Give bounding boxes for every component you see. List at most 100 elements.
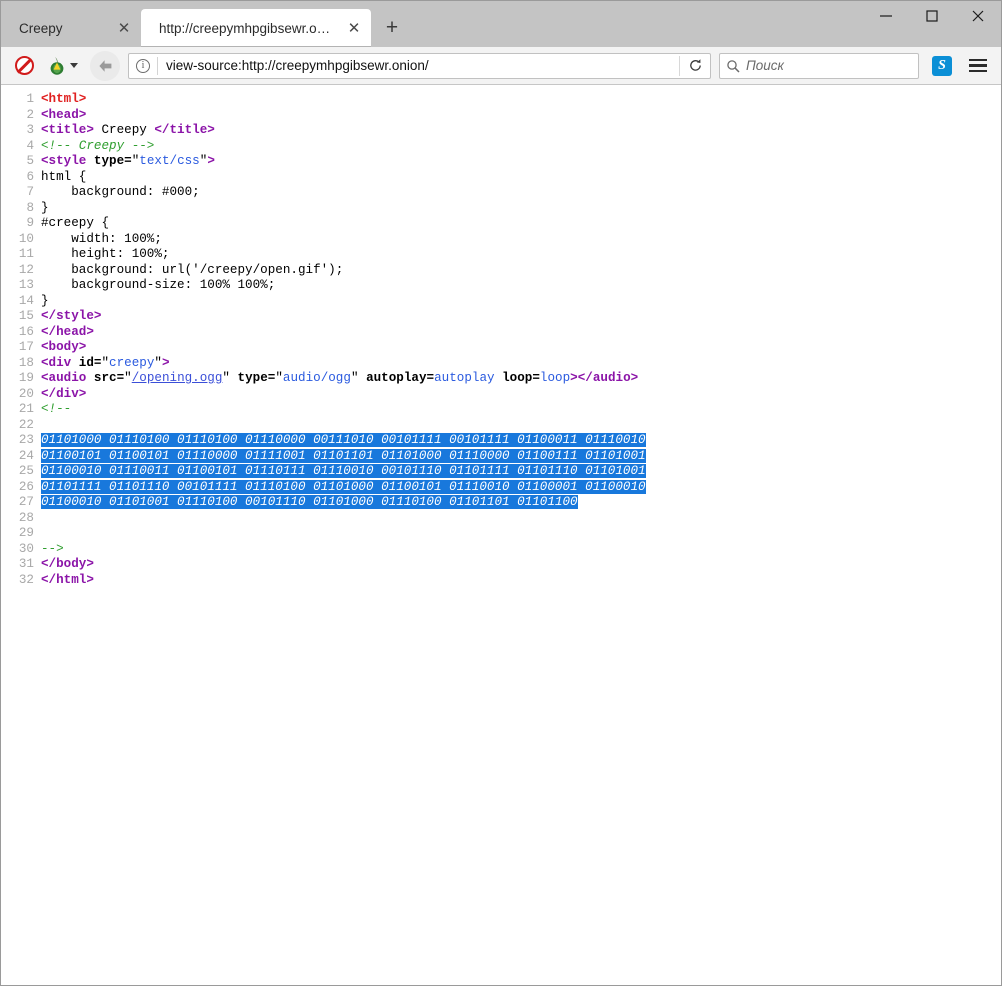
code-line: 22 xyxy=(1,418,1001,434)
code-token: <!-- xyxy=(41,402,71,416)
new-tab-button[interactable]: + xyxy=(375,11,409,45)
tab-creepy[interactable]: Creepy ✕ xyxy=(1,9,141,47)
code-token: autoplay= xyxy=(366,371,434,385)
code-token: type= xyxy=(238,371,276,385)
info-icon: i xyxy=(136,59,150,73)
selected-binary-text: 01100101 01100101 01110000 01111001 0110… xyxy=(41,449,646,463)
code-text: } xyxy=(41,294,49,310)
code-token: <head> xyxy=(41,108,86,122)
search-input[interactable]: Поиск xyxy=(746,58,918,73)
code-token: <title> xyxy=(41,123,94,137)
site-info-button[interactable]: i xyxy=(129,54,157,78)
code-token: --> xyxy=(41,542,64,556)
code-line: 20</div> xyxy=(1,387,1001,403)
code-text: <!-- xyxy=(41,402,71,418)
browser-window: Creepy ✕ http://creepymhpgibsewr.oni... … xyxy=(0,0,1002,986)
code-token: </div> xyxy=(41,387,86,401)
minimize-icon[interactable] xyxy=(863,1,909,31)
line-number: 17 xyxy=(1,340,41,356)
code-token: background-size: 100% 100%; xyxy=(41,278,275,292)
code-line: 2601101111 01101110 00101111 01110100 01… xyxy=(1,480,1001,496)
code-text: 01100101 01100101 01110000 01111001 0110… xyxy=(41,449,646,465)
selected-binary-text: 01101000 01110100 01110100 01110000 0011… xyxy=(41,433,646,447)
reload-icon xyxy=(688,58,703,73)
line-number: 24 xyxy=(1,449,41,465)
code-line: 17<body> xyxy=(1,340,1001,356)
code-text: <audio src="/opening.ogg" type="audio/og… xyxy=(41,371,638,387)
code-token: audio/ogg xyxy=(283,371,351,385)
code-token: " xyxy=(351,371,366,385)
selected-binary-text: 01100010 01110011 01100101 01110111 0111… xyxy=(41,464,646,478)
maximize-icon[interactable] xyxy=(909,1,955,31)
code-token: html { xyxy=(41,170,86,184)
code-token: </body> xyxy=(41,557,94,571)
code-text: <title> Creepy </title> xyxy=(41,123,215,139)
back-button[interactable] xyxy=(90,51,120,81)
close-icon[interactable]: ✕ xyxy=(113,17,135,39)
code-line: 3<title> Creepy </title> xyxy=(1,123,1001,139)
line-number: 16 xyxy=(1,325,41,341)
code-text xyxy=(41,511,49,527)
code-token: } xyxy=(41,294,49,308)
code-text: background: url('/creepy/open.gif'); xyxy=(41,263,343,279)
line-number: 19 xyxy=(1,371,41,387)
code-token: " xyxy=(222,371,237,385)
url-text[interactable]: view-source:http://creepymhpgibsewr.onio… xyxy=(158,58,679,73)
code-line: 5<style type="text/css"> xyxy=(1,154,1001,170)
address-bar[interactable]: i view-source:http://creepymhpgibsewr.on… xyxy=(128,53,711,79)
code-token: <html> xyxy=(41,92,86,106)
line-number: 4 xyxy=(1,139,41,155)
menu-button[interactable] xyxy=(963,52,993,80)
search-icon-box xyxy=(720,54,746,78)
line-number: 12 xyxy=(1,263,41,279)
code-line: 2<head> xyxy=(1,108,1001,124)
search-bar[interactable]: Поиск xyxy=(719,53,919,79)
tab-bar: Creepy ✕ http://creepymhpgibsewr.oni... … xyxy=(1,1,1001,47)
close-window-icon[interactable] xyxy=(955,1,1001,31)
code-text: <div id="creepy"> xyxy=(41,356,170,372)
code-token: </title> xyxy=(154,123,214,137)
code-line: 28 xyxy=(1,511,1001,527)
code-line: 8} xyxy=(1,201,1001,217)
noscript-button[interactable] xyxy=(9,52,39,80)
code-text: html { xyxy=(41,170,86,186)
noscript-icon xyxy=(15,56,34,75)
code-text: height: 100%; xyxy=(41,247,169,263)
skype-extension-button[interactable]: S xyxy=(929,53,955,79)
code-text: </html> xyxy=(41,573,94,589)
line-number: 32 xyxy=(1,573,41,589)
code-token xyxy=(495,371,503,385)
line-number: 14 xyxy=(1,294,41,310)
code-token: > xyxy=(570,371,578,385)
code-line: 32</html> xyxy=(1,573,1001,589)
code-token: loop= xyxy=(502,371,540,385)
code-token: loop xyxy=(540,371,570,385)
tab-viewsource[interactable]: http://creepymhpgibsewr.oni... ✕ xyxy=(141,9,371,47)
code-line: 1<html> xyxy=(1,92,1001,108)
code-line: 2701100010 01101001 01110100 00101110 01… xyxy=(1,495,1001,511)
line-number: 20 xyxy=(1,387,41,403)
line-number: 28 xyxy=(1,511,41,527)
skype-icon: S xyxy=(932,56,952,76)
selected-binary-text: 01101111 01101110 00101111 01110100 0110… xyxy=(41,480,646,494)
navigation-toolbar: i view-source:http://creepymhpgibsewr.on… xyxy=(1,47,1001,85)
code-line: 29 xyxy=(1,526,1001,542)
code-token: text/css xyxy=(139,154,199,168)
code-line: 10 width: 100%; xyxy=(1,232,1001,248)
line-number: 7 xyxy=(1,185,41,201)
code-text: } xyxy=(41,201,49,217)
code-token xyxy=(71,356,79,370)
code-line: 16</head> xyxy=(1,325,1001,341)
code-token: background: url('/creepy/open.gif'); xyxy=(41,263,343,277)
reload-button[interactable] xyxy=(680,54,710,78)
line-number: 31 xyxy=(1,557,41,573)
source-link[interactable]: /opening.ogg xyxy=(132,371,223,385)
view-source-content[interactable]: 1<html>2<head>3<title> Creepy </title>4<… xyxy=(1,85,1001,985)
line-number: 25 xyxy=(1,464,41,480)
onion-icon xyxy=(47,56,67,76)
close-icon[interactable]: ✕ xyxy=(343,17,365,39)
line-number: 18 xyxy=(1,356,41,372)
line-number: 29 xyxy=(1,526,41,542)
torbutton-button[interactable] xyxy=(41,56,80,76)
code-token: </audio> xyxy=(578,371,638,385)
